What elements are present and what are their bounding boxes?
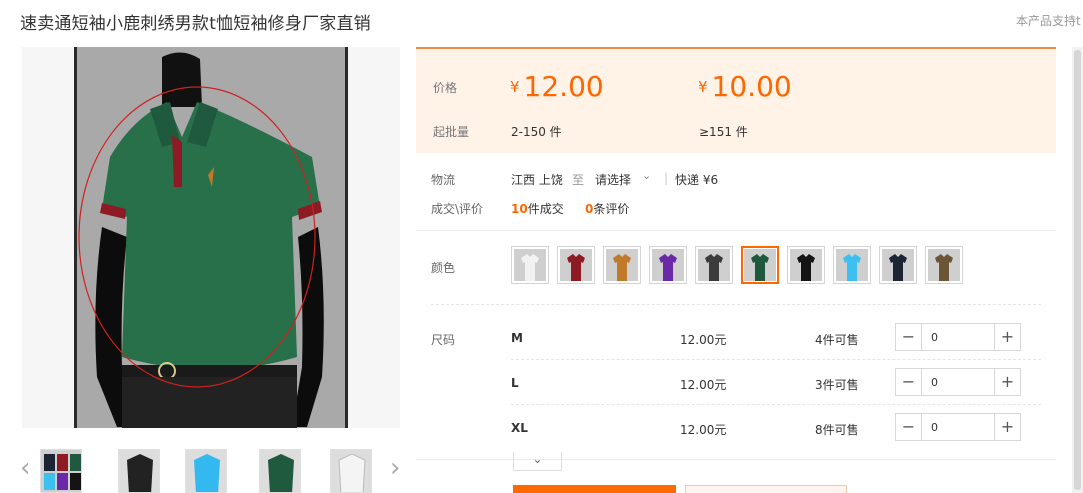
row-divider bbox=[511, 359, 1041, 360]
minus-button[interactable]: − bbox=[896, 414, 922, 440]
size-price: 12.00元 bbox=[680, 333, 727, 347]
color-swatch[interactable] bbox=[649, 246, 687, 284]
currency-symbol: ¥ bbox=[510, 78, 520, 96]
main-product-image[interactable] bbox=[22, 47, 400, 428]
chevron-down-icon: ⌄ bbox=[532, 452, 543, 466]
price-tier-1: ¥12.00 bbox=[510, 70, 604, 103]
thumb-prev-icon[interactable]: ‹ bbox=[20, 453, 30, 483]
destination-select[interactable]: 请选择 bbox=[595, 171, 631, 188]
plus-button[interactable]: + bbox=[994, 324, 1020, 350]
color-swatch[interactable] bbox=[879, 246, 917, 284]
size-price: 12.00元 bbox=[680, 378, 727, 392]
color-swatch[interactable] bbox=[833, 246, 871, 284]
price-panel: 价格 ¥12.00 ¥10.00 起批量 2-150 件 ≥151 件 bbox=[416, 47, 1056, 153]
size-stock: 4件可售 bbox=[815, 333, 859, 347]
color-swatch[interactable] bbox=[787, 246, 825, 284]
logistics-label: 物流 bbox=[431, 173, 456, 187]
price-tier-2: ¥10.00 bbox=[698, 70, 792, 103]
add-to-cart-button[interactable] bbox=[685, 485, 847, 493]
reviews-count[interactable]: 0条评价 bbox=[585, 200, 629, 217]
size-stock: 8件可售 bbox=[815, 423, 859, 437]
color-swatch[interactable] bbox=[511, 246, 549, 284]
quantity-stepper: − + bbox=[895, 413, 1021, 441]
section-divider bbox=[416, 230, 1056, 231]
thumbnail-3[interactable] bbox=[185, 449, 227, 493]
expand-sizes-button[interactable]: ⌄ bbox=[513, 452, 562, 471]
size-name: L bbox=[511, 376, 519, 390]
price-label: 价格 bbox=[433, 81, 458, 95]
size-name: XL bbox=[511, 421, 528, 435]
color-label: 颜色 bbox=[431, 261, 456, 275]
thumbnail-strip: ‹ › bbox=[16, 447, 406, 493]
express-fee: 快递 ¥6 bbox=[675, 173, 719, 187]
thumb-next-icon[interactable]: › bbox=[390, 453, 400, 483]
size-stock: 3件可售 bbox=[815, 378, 859, 392]
size-price: 12.00元 bbox=[680, 423, 727, 437]
deals-count[interactable]: 10件成交 bbox=[511, 200, 564, 217]
quantity-stepper: − + bbox=[895, 368, 1021, 396]
separator: | bbox=[664, 171, 669, 185]
moq-label: 起批量 bbox=[433, 125, 470, 139]
price-value: 12.00 bbox=[523, 70, 604, 103]
color-swatch[interactable] bbox=[741, 246, 779, 284]
moq-range-2: ≥151 件 bbox=[699, 125, 748, 139]
buy-now-button[interactable] bbox=[513, 485, 676, 493]
quantity-input[interactable] bbox=[923, 324, 993, 350]
quantity-input[interactable] bbox=[923, 414, 993, 440]
logistics-to: 至 bbox=[572, 173, 585, 187]
minus-button[interactable]: − bbox=[896, 324, 922, 350]
support-text[interactable]: 本产品支持t bbox=[1016, 12, 1081, 29]
reviews-suffix: 条评价 bbox=[593, 202, 630, 216]
scrollbar-thumb[interactable] bbox=[1074, 50, 1081, 490]
quantity-input[interactable] bbox=[923, 369, 993, 395]
dashed-divider bbox=[431, 304, 1041, 305]
size-name: M bbox=[511, 331, 523, 345]
product-title: 速卖通短袖小鹿刺绣男款t恤短袖修身厂家直销 bbox=[20, 14, 371, 34]
plus-button[interactable]: + bbox=[994, 414, 1020, 440]
quantity-stepper: − + bbox=[895, 323, 1021, 351]
sales-label: 成交\评价 bbox=[431, 202, 484, 216]
row-divider bbox=[511, 404, 1041, 405]
size-label: 尺码 bbox=[431, 333, 456, 347]
moq-range-1: 2-150 件 bbox=[511, 125, 562, 139]
thumbnail-1[interactable] bbox=[40, 449, 82, 493]
plus-button[interactable]: + bbox=[994, 369, 1020, 395]
section-divider bbox=[416, 459, 1056, 460]
color-swatch[interactable] bbox=[695, 246, 733, 284]
price-value: 10.00 bbox=[711, 70, 792, 103]
minus-button[interactable]: − bbox=[896, 369, 922, 395]
chevron-down-icon[interactable]: ⌄ bbox=[642, 169, 651, 182]
color-swatch[interactable] bbox=[557, 246, 595, 284]
color-swatch[interactable] bbox=[925, 246, 963, 284]
thumbnail-2[interactable] bbox=[118, 449, 160, 493]
thumbnail-5[interactable] bbox=[330, 449, 372, 493]
color-swatch[interactable] bbox=[603, 246, 641, 284]
deals-number: 10 bbox=[511, 202, 528, 216]
thumbnail-4[interactable] bbox=[259, 449, 301, 493]
logistics-origin: 江西 上饶 bbox=[511, 173, 563, 187]
currency-symbol: ¥ bbox=[698, 78, 708, 96]
deals-suffix: 件成交 bbox=[527, 202, 564, 216]
